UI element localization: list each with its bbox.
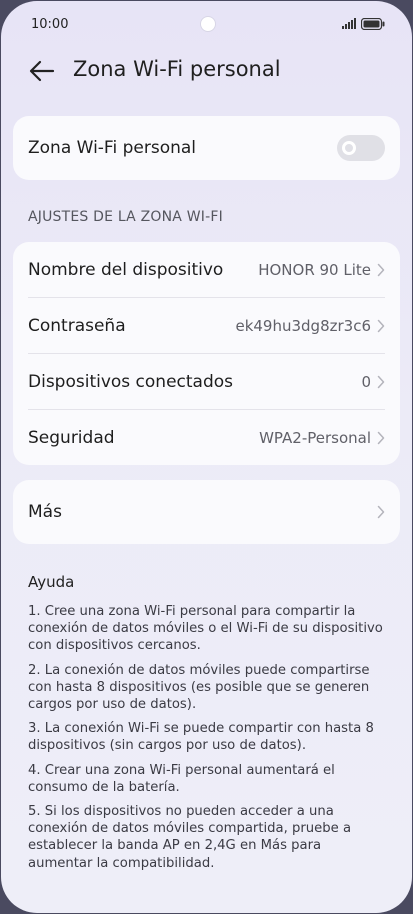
chevron-right-icon xyxy=(377,375,385,388)
chevron-right-icon xyxy=(377,263,385,276)
connected-devices-value: 0 xyxy=(361,372,371,391)
battery-icon xyxy=(361,18,385,30)
device-name-value: HONOR 90 Lite xyxy=(258,260,371,279)
connected-devices-row[interactable]: Dispositivos conectados 0 xyxy=(13,354,400,409)
page-title: Zona Wi-Fi personal xyxy=(73,57,281,81)
connected-devices-label: Dispositivos conectados xyxy=(28,371,234,392)
more-label: Más xyxy=(28,502,62,522)
hotspot-toggle-row[interactable]: Zona Wi-Fi personal xyxy=(13,116,400,180)
help-section: Ayuda 1. Cree una zona Wi-Fi personal pa… xyxy=(28,573,388,879)
help-paragraph: 5. Si los dispositivos no pueden acceder… xyxy=(28,804,352,871)
chevron-right-icon xyxy=(377,319,385,332)
password-label: Contraseña xyxy=(28,315,126,336)
front-camera xyxy=(200,16,216,32)
app-header: Zona Wi-Fi personal xyxy=(1,49,412,93)
hotspot-label: Zona Wi-Fi personal xyxy=(28,138,197,158)
phone-screen: 10:00 Zona Wi-Fi personal Zona Wi-Fi per… xyxy=(1,1,412,913)
password-row[interactable]: Contraseña ek49hu3dg8zr3c6 xyxy=(13,298,400,353)
signal-icon xyxy=(342,18,356,29)
settings-section-title: AJUSTES DE LA ZONA WI-FI xyxy=(28,209,223,225)
security-row[interactable]: Seguridad WPA2-Personal xyxy=(13,410,400,465)
password-value: ek49hu3dg8zr3c6 xyxy=(235,316,371,335)
status-time: 10:00 xyxy=(31,17,69,32)
security-label: Seguridad xyxy=(28,427,115,448)
more-row[interactable]: Más xyxy=(13,480,400,544)
hotspot-toggle[interactable] xyxy=(337,135,385,161)
help-paragraph: 4. Crear una zona Wi-Fi personal aumenta… xyxy=(28,762,335,795)
settings-card: Nombre del dispositivo HONOR 90 Lite Con… xyxy=(13,242,400,465)
toggle-knob xyxy=(342,141,356,155)
device-name-row[interactable]: Nombre del dispositivo HONOR 90 Lite xyxy=(13,242,400,297)
help-paragraph: 3. La conexión Wi-Fi se puede compartir … xyxy=(28,721,374,754)
device-name-label: Nombre del dispositivo xyxy=(28,259,224,280)
chevron-right-icon xyxy=(377,505,385,519)
security-value: WPA2-Personal xyxy=(259,428,371,447)
hotspot-card: Zona Wi-Fi personal xyxy=(13,116,400,180)
help-paragraph: 1. Cree una zona Wi-Fi personal para com… xyxy=(28,604,383,654)
chevron-right-icon xyxy=(377,431,385,444)
status-bar: 10:00 xyxy=(1,1,412,47)
arrow-left-icon[interactable] xyxy=(28,59,56,83)
help-title: Ayuda xyxy=(28,573,75,591)
more-card: Más xyxy=(13,480,400,544)
help-paragraph: 2. La conexión de datos móviles puede co… xyxy=(28,662,370,713)
